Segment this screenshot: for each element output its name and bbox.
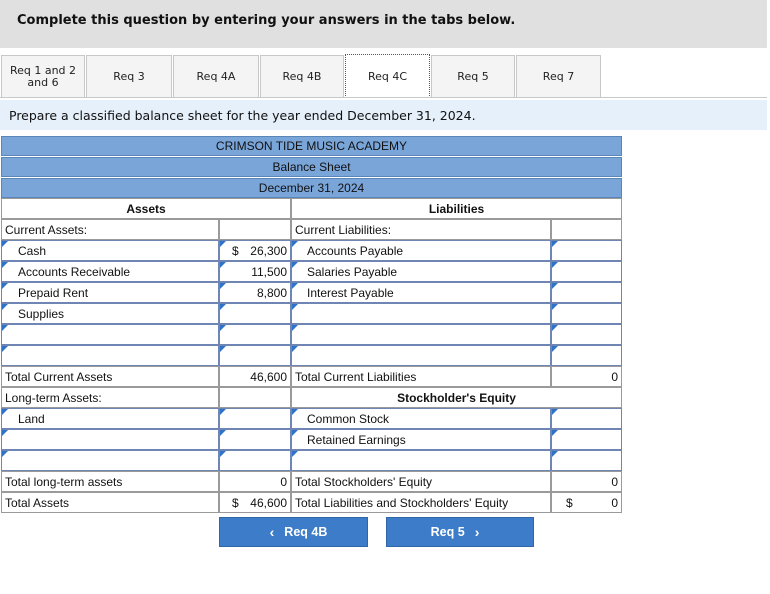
statement-title: Balance Sheet [1,157,622,177]
company-name: CRIMSON TIDE MUSIC ACADEMY [1,136,622,156]
liability-name-input[interactable]: Salaries Payable [291,261,551,282]
asset-amount-input[interactable]: 11,500 [219,261,291,282]
current-liabilities-label: Current Liabilities: [291,219,551,240]
tab-req-1-2-6[interactable]: Req 1 and 2 and 6 [1,55,85,97]
total-equity-value: 0 [551,471,622,492]
dollar-sign: $ [232,244,239,258]
tab-label: Req 5 [457,69,489,83]
total-long-term-label: Total long-term assets [1,471,219,492]
long-term-asset-amount-input[interactable] [219,429,291,450]
long-term-asset-amount-input[interactable] [219,450,291,471]
liabilities-heading: Liabilities [291,198,622,219]
chevron-left-icon: ‹ [269,524,275,540]
liability-amount-input[interactable] [551,324,622,345]
total-current-liabilities-label: Total Current Liabilities [291,366,551,387]
liability-amount-input[interactable] [551,261,622,282]
assets-heading: Assets [1,198,291,219]
asset-name-input[interactable]: Prepaid Rent [1,282,219,303]
equity-name-input[interactable]: Retained Earnings [291,429,551,450]
tab-label: Req 1 and 2 and 6 [9,63,77,89]
tab-req-4b[interactable]: Req 4B [260,55,344,97]
asset-name-input[interactable]: Supplies [1,303,219,324]
liability-name-input[interactable] [291,345,551,366]
header-prompt: Complete this question by entering your … [17,13,516,28]
asset-name-input[interactable] [1,324,219,345]
long-term-asset-name-input[interactable] [1,450,219,471]
tab-label: Req 7 [542,69,575,83]
total-equity-label: Total Stockholders' Equity [291,471,551,492]
tab-req-4c[interactable]: Req 4C [345,54,430,98]
total-current-assets-label: Total Current Assets [1,366,219,387]
asset-amount-input[interactable]: $26,300 [219,240,291,261]
asset-name-input[interactable] [1,345,219,366]
equity-heading: Stockholder's Equity [291,387,622,408]
liability-amount-input[interactable] [551,240,622,261]
asset-amount-input[interactable] [219,303,291,324]
instruction-bar: Prepare a classified balance sheet for t… [0,100,767,130]
liability-name-input[interactable] [291,324,551,345]
liability-name-input[interactable] [291,303,551,324]
total-assets-value: $46,600 [219,492,291,513]
asset-amount-value: 26,300 [250,244,287,258]
total-current-liabilities-value: 0 [551,366,622,387]
instruction-text: Prepare a classified balance sheet for t… [9,108,476,123]
liability-name-input[interactable]: Interest Payable [291,282,551,303]
tab-divider [0,97,767,98]
total-long-term-value: 0 [219,471,291,492]
empty-cell [219,219,291,240]
tab-req-5[interactable]: Req 5 [431,55,515,97]
chevron-right-icon: › [474,524,480,540]
total-assets-label: Total Assets [1,492,219,513]
prev-req-button[interactable]: ‹ Req 4B [219,517,368,547]
equity-amount-input[interactable] [551,408,622,429]
long-term-assets-label: Long-term Assets: [1,387,219,408]
tab-req-7[interactable]: Req 7 [516,55,601,97]
tab-req-4a[interactable]: Req 4A [173,55,259,97]
tab-label: Req 4C [367,69,408,83]
empty-cell [219,387,291,408]
liability-amount-input[interactable] [551,282,622,303]
equity-amount-input[interactable] [551,450,622,471]
asset-amount-input[interactable] [219,324,291,345]
statement-date: December 31, 2024 [1,178,622,198]
equity-name-input[interactable]: Common Stock [291,408,551,429]
question-header: Complete this question by entering your … [0,0,767,48]
asset-amount-input[interactable]: 8,800 [219,282,291,303]
total-assets-amount: 46,600 [250,496,287,510]
long-term-asset-name-input[interactable]: Land [1,408,219,429]
liability-name-input[interactable]: Accounts Payable [291,240,551,261]
long-term-asset-amount-input[interactable] [219,408,291,429]
tab-label: Req 3 [113,69,145,83]
tab-label: Req 4A [196,69,236,83]
liability-amount-input[interactable] [551,345,622,366]
empty-cell [551,219,622,240]
long-term-asset-name-input[interactable] [1,429,219,450]
balance-sheet: CRIMSON TIDE MUSIC ACADEMY Balance Sheet… [1,136,622,513]
next-req-button[interactable]: Req 5 › [386,517,534,547]
total-le-value: $0 [551,492,622,513]
total-le-label: Total Liabilities and Stockholders' Equi… [291,492,551,513]
prev-req-label: Req 4B [284,525,328,539]
asset-name-input[interactable]: Cash [1,240,219,261]
total-le-amount: 0 [611,496,618,510]
asset-name-input[interactable]: Accounts Receivable [1,261,219,282]
next-req-label: Req 5 [430,525,465,539]
dollar-sign: $ [232,496,239,510]
equity-name-input[interactable] [291,450,551,471]
equity-amount-input[interactable] [551,429,622,450]
liability-amount-input[interactable] [551,303,622,324]
total-current-assets-value: 46,600 [219,366,291,387]
current-assets-label: Current Assets: [1,219,219,240]
tab-label: Req 4B [282,69,322,83]
tab-req-3[interactable]: Req 3 [86,55,172,97]
dollar-sign: $ [566,496,573,510]
asset-amount-input[interactable] [219,345,291,366]
